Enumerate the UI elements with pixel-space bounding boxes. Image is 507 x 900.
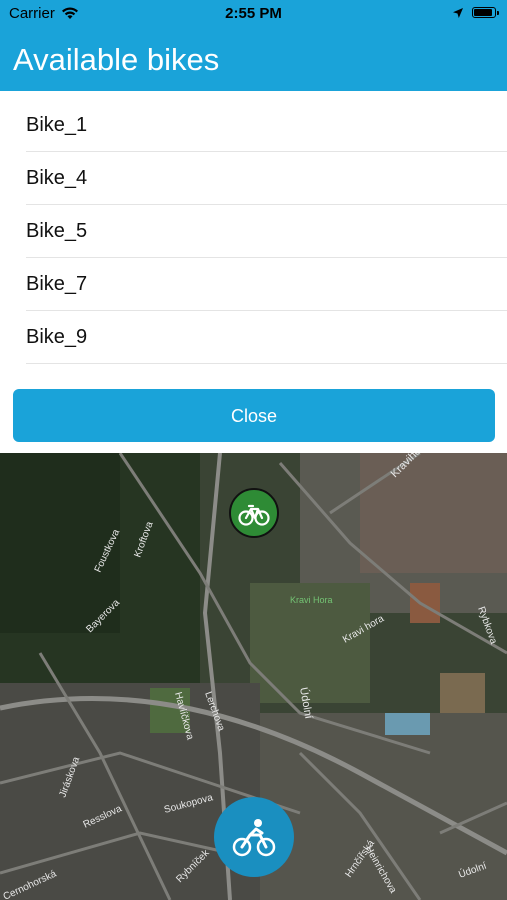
page-title: Available bikes	[13, 42, 220, 77]
bike-list-sheet: Bike_1 Bike_4 Bike_5 Bike_7 Bike_9 Close	[0, 91, 507, 453]
bike-list: Bike_1 Bike_4 Bike_5 Bike_7 Bike_9	[0, 99, 507, 364]
bike-marker[interactable]	[229, 488, 279, 538]
nav-bar: Available bikes	[0, 26, 507, 91]
bikes-fab-button[interactable]	[214, 797, 294, 877]
cyclist-icon	[232, 819, 276, 857]
list-item[interactable]: Bike_4	[0, 152, 507, 205]
battery-icon	[472, 7, 499, 18]
list-item[interactable]: Bike_7	[0, 258, 507, 311]
status-bar: Carrier 2:55 PM	[0, 0, 507, 26]
status-time: 2:55 PM	[225, 5, 282, 22]
list-item[interactable]: Bike_5	[0, 205, 507, 258]
bicycle-icon	[238, 504, 270, 526]
list-item[interactable]: Bike_9	[0, 311, 507, 364]
close-button[interactable]: Close	[13, 389, 495, 442]
list-item[interactable]: Bike_1	[0, 99, 507, 152]
map-label: Kravi Hora	[290, 595, 333, 605]
location-arrow-icon	[452, 6, 464, 23]
